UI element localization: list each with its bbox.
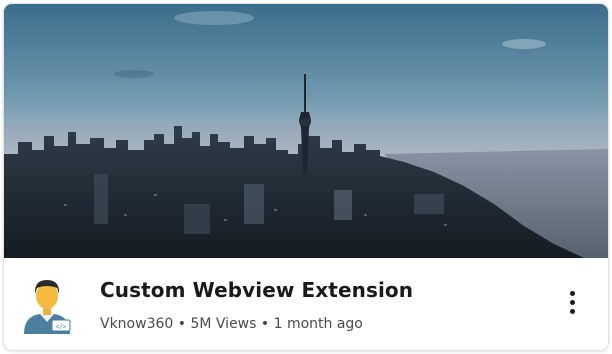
- menu-dot: [570, 309, 575, 314]
- meta-separator: •: [260, 316, 270, 332]
- city-skyline-thumbnail: [4, 4, 608, 258]
- meta-separator: •: [177, 316, 187, 332]
- video-title[interactable]: Custom Webview Extension: [100, 278, 413, 302]
- menu-dot: [570, 300, 575, 305]
- video-card[interactable]: </> Custom Webview Extension Vknow360 • …: [4, 4, 608, 350]
- channel-name[interactable]: Vknow360: [100, 316, 173, 332]
- avatar-badge-text: </>: [56, 324, 67, 331]
- upload-age: 1 month ago: [273, 316, 363, 332]
- video-thumbnail[interactable]: [4, 4, 608, 258]
- video-meta: Vknow360 • 5M Views • 1 month ago: [100, 316, 363, 332]
- menu-dot: [570, 291, 575, 296]
- view-count: 5M Views: [190, 316, 257, 332]
- more-vertical-icon[interactable]: [560, 288, 584, 318]
- video-info: </> Custom Webview Extension Vknow360 • …: [4, 258, 608, 350]
- channel-avatar[interactable]: </>: [20, 276, 74, 334]
- developer-avatar-icon: </>: [24, 280, 71, 334]
